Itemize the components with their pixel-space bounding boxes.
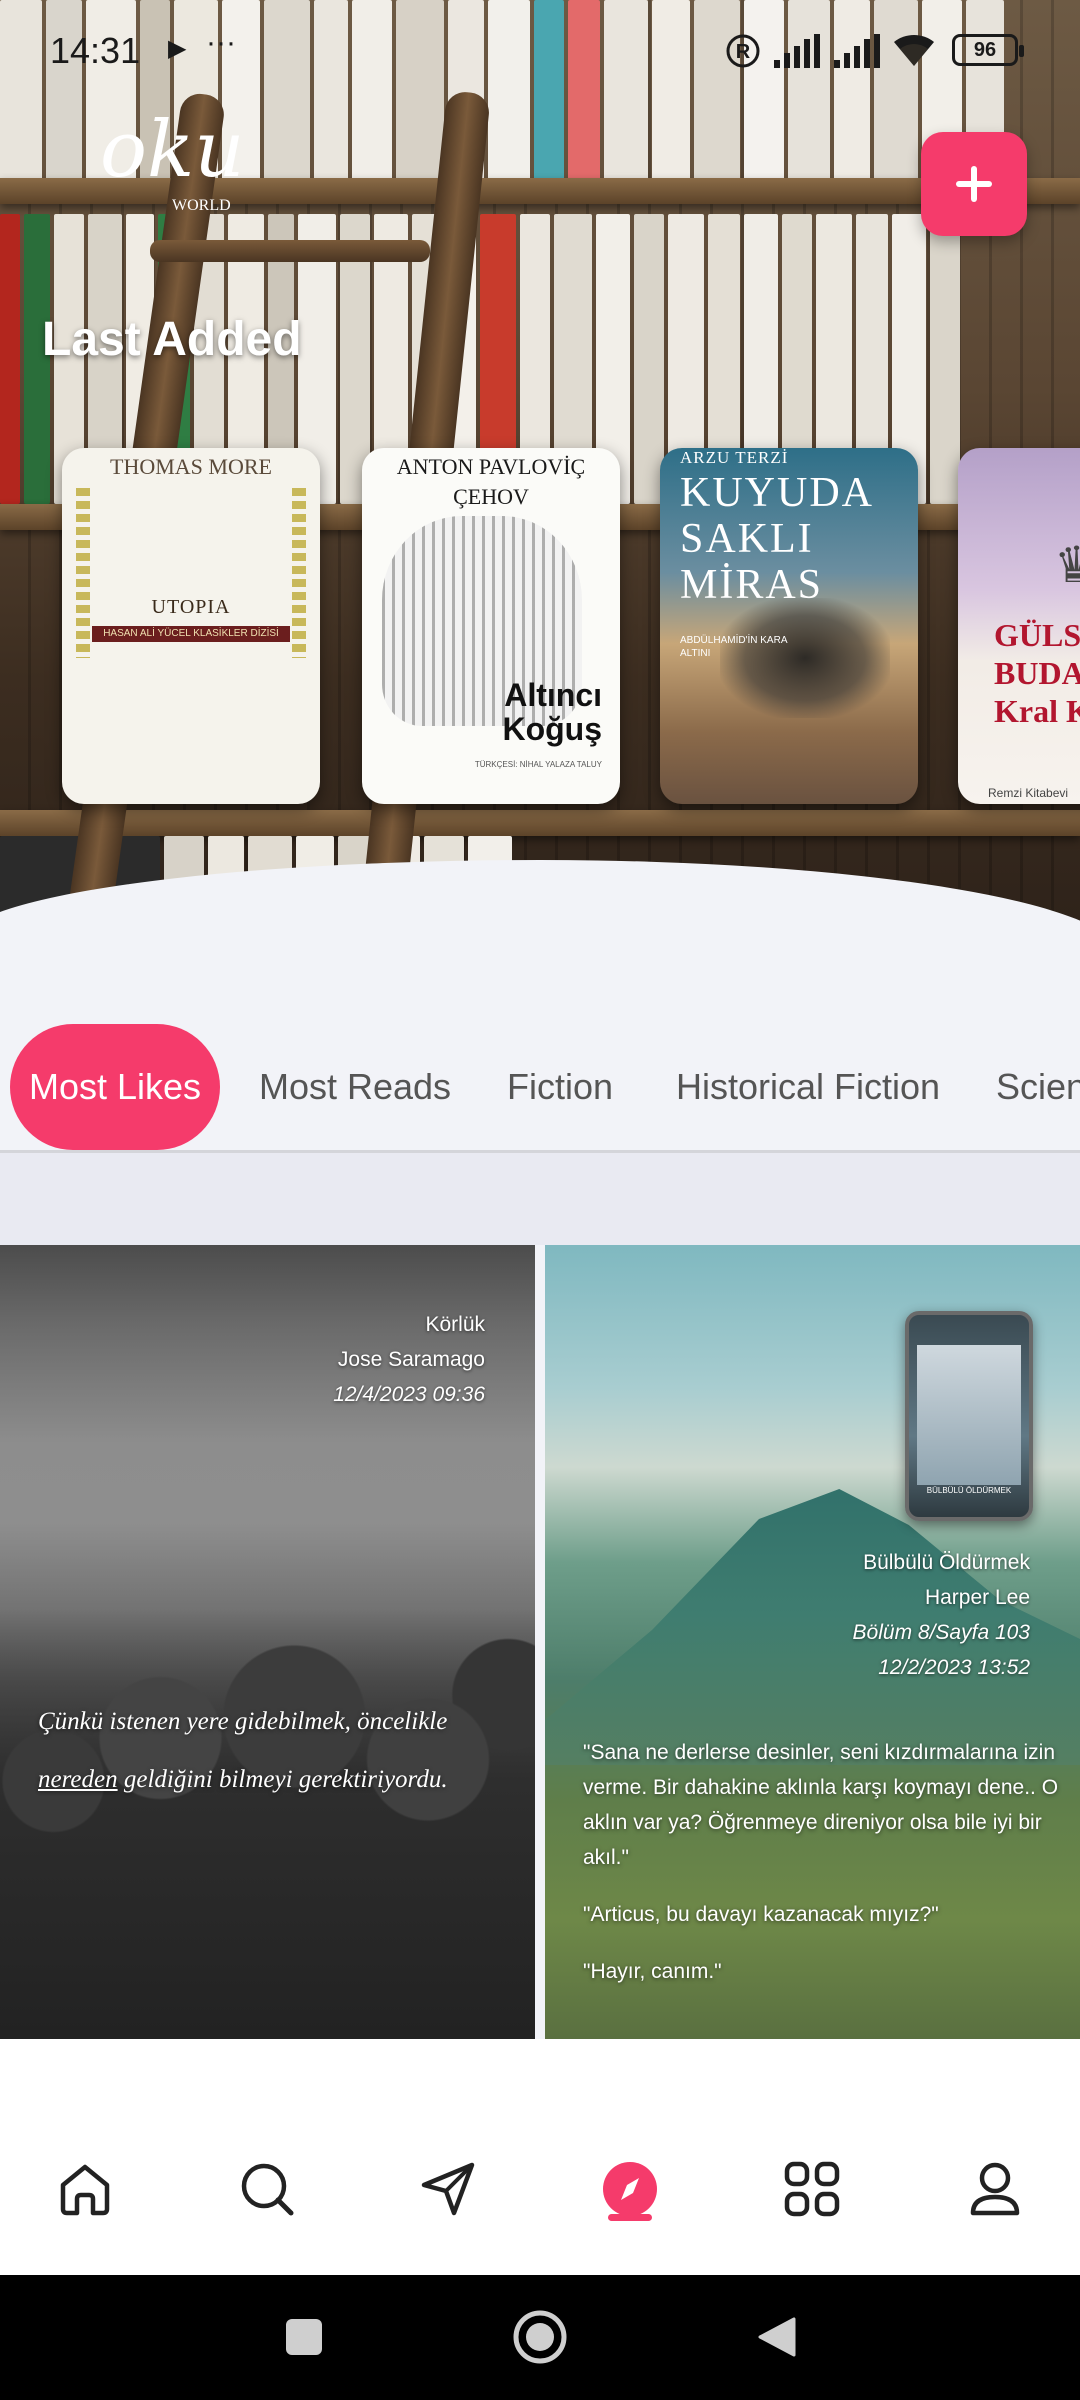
home-circle-icon (513, 2310, 567, 2364)
battery-icon: 96 (952, 34, 1024, 66)
nav-active-indicator (608, 2214, 652, 2221)
app-logo: oku WORLD (100, 105, 245, 214)
back-triangle-icon (758, 2317, 796, 2357)
book-title: GÜLSEREN BUDAYICI Kral Ka (994, 617, 1080, 729)
send-icon (421, 2162, 475, 2216)
book-translator: TÜRKÇESİ: NİHAL YALAZA TALUY (474, 760, 602, 769)
status-time: 14:31 (50, 30, 141, 71)
quote-underlined-text: nereden (38, 1766, 118, 1793)
nav-send[interactable] (408, 2149, 488, 2229)
book-subtitle: ABDÜLHAMİD'İN KARA ALTINI (680, 635, 787, 659)
post-date: 12/2/2023 13:52 (878, 1656, 1030, 1679)
quote-text: geldiğini bilmeyi gerektiriyordu. (117, 1766, 448, 1793)
post-meta: Körlük Jose Saramago 12/4/2023 09:36 (333, 1307, 485, 1412)
plus-icon (956, 166, 992, 202)
book-cover-altinci-kogus[interactable]: ANTON PAVLOVİÇ ÇEHOV Altıncı Koğuş TÜRKÇ… (362, 448, 620, 804)
tab-historical-fiction[interactable]: Historical Fiction (660, 1024, 956, 1150)
last-added-title: Last Added (42, 313, 302, 366)
home-icon (60, 2164, 110, 2216)
mini-cover-caption: BÜLBÜLÜ ÖLDÜRMEK (926, 1486, 1012, 1495)
feed-spacer (0, 1153, 1080, 1245)
post-quote: "Sana ne derlerse desinler, seni kızdırm… (583, 1735, 1063, 2011)
svg-text:R: R (736, 41, 751, 63)
shelf-plank (0, 810, 1080, 836)
book-cover-gulseren-budayicioglu[interactable]: ♛ GÜLSEREN BUDAYICI Kral Ka Remzi Kitabe… (958, 448, 1080, 804)
system-navigation-bar (0, 2275, 1080, 2400)
nav-search[interactable] (227, 2149, 307, 2229)
post-book-author: Jose Saramago (337, 1348, 485, 1371)
tab-fiction[interactable]: Fiction (490, 1024, 630, 1150)
status-bar: 14:31 ▶ ··· R 96 (0, 0, 1080, 100)
book-author: THOMAS MORE (110, 454, 272, 479)
tab-most-likes[interactable]: Most Likes (10, 1024, 220, 1150)
post-book-cover: BÜLBÜLÜ ÖLDÜRMEK (905, 1311, 1033, 1521)
post-card[interactable]: BÜLBÜLÜ ÖLDÜRMEK Bülbülü Öldürmek Harper… (545, 1245, 1080, 2039)
post-book-title: Bülbülü Öldürmek (863, 1551, 1030, 1574)
post-book-title: Körlük (425, 1313, 485, 1336)
book-title: UTOPIA (151, 596, 231, 618)
quote-text: Çünkü istenen yere gidebilmek, öncelikle (38, 1708, 448, 1735)
logo-sub-text: WORLD (172, 197, 231, 214)
quote-line: "Hayır, canım." (583, 1960, 722, 1983)
book-series-band: HASAN ALİ YÜCEL KLASİKLER DİZİSİ (92, 626, 290, 642)
post-chapter: Bölüm 8/Sayfa 103 (852, 1621, 1030, 1644)
quote-line: "Articus, bu davayı kazanacak mıyız?" (583, 1903, 939, 1926)
more-dots-icon: ··· (206, 26, 236, 59)
logo-main-text: oku (100, 105, 245, 195)
category-tabs: Most Likes Most Reads Fiction Historical… (0, 1024, 1080, 1150)
explore-icon (603, 2162, 657, 2216)
ladder-rung (150, 240, 430, 262)
post-card[interactable]: Körlük Jose Saramago 12/4/2023 09:36 Çün… (0, 1245, 535, 2039)
cover-decoration (292, 488, 306, 658)
bottom-navigation (0, 2039, 1080, 2275)
book-title: KUYUDA SAKLI MİRAS (680, 470, 872, 608)
book-cover-kuyuda-sakli-miras[interactable]: ARZU TERZİ KUYUDA SAKLI MİRAS ABDÜLHAMİD… (660, 448, 918, 804)
post-background-image (0, 1609, 535, 2039)
nav-home[interactable] (45, 2149, 125, 2229)
book-publisher: Remzi Kitabevi (988, 786, 1069, 800)
tab-most-reads[interactable]: Most Reads (250, 1024, 460, 1150)
wifi-icon (890, 30, 938, 76)
cover-illustration (917, 1345, 1021, 1485)
book-title: Altıncı Koğuş (502, 677, 602, 747)
nav-grid[interactable] (772, 2149, 852, 2229)
post-quote: Çünkü istenen yere gidebilmek, öncelikle… (38, 1693, 508, 1809)
tab-science[interactable]: Scien (996, 1024, 1080, 1150)
registered-icon: R (724, 32, 762, 78)
nav-profile[interactable] (955, 2149, 1035, 2229)
recents-square-icon (286, 2319, 322, 2355)
home-button[interactable] (508, 2305, 572, 2369)
play-icon: ▶ (168, 35, 187, 62)
back-button[interactable] (744, 2305, 808, 2369)
post-book-author: Harper Lee (924, 1586, 1030, 1609)
search-icon (241, 2163, 294, 2216)
post-meta: Bülbülü Öldürmek Harper Lee Bölüm 8/Sayf… (853, 1545, 1030, 1685)
app-screen: 14:31 ▶ ··· R 96 oku WORLD Last Added TH… (0, 0, 1080, 2400)
signal-icon (774, 34, 820, 76)
crown-icon: ♛ (1054, 537, 1080, 593)
grid-icon (784, 2161, 840, 2217)
book-cover-utopia[interactable]: THOMAS MORE UTOPIA HASAN ALİ YÜCEL KLASİ… (62, 448, 320, 804)
post-date: 12/4/2023 09:36 (333, 1383, 485, 1406)
book-author: ANTON PAVLOVİÇ ÇEHOV (396, 454, 586, 509)
recents-button[interactable] (272, 2305, 336, 2369)
signal-icon (834, 34, 880, 76)
book-author: ARZU TERZİ (680, 448, 789, 467)
cover-decoration (76, 488, 90, 658)
quote-line: "Sana ne derlerse desinler, seni kızdırm… (583, 1741, 1059, 1869)
add-button[interactable] (921, 132, 1027, 236)
profile-icon (970, 2162, 1020, 2216)
